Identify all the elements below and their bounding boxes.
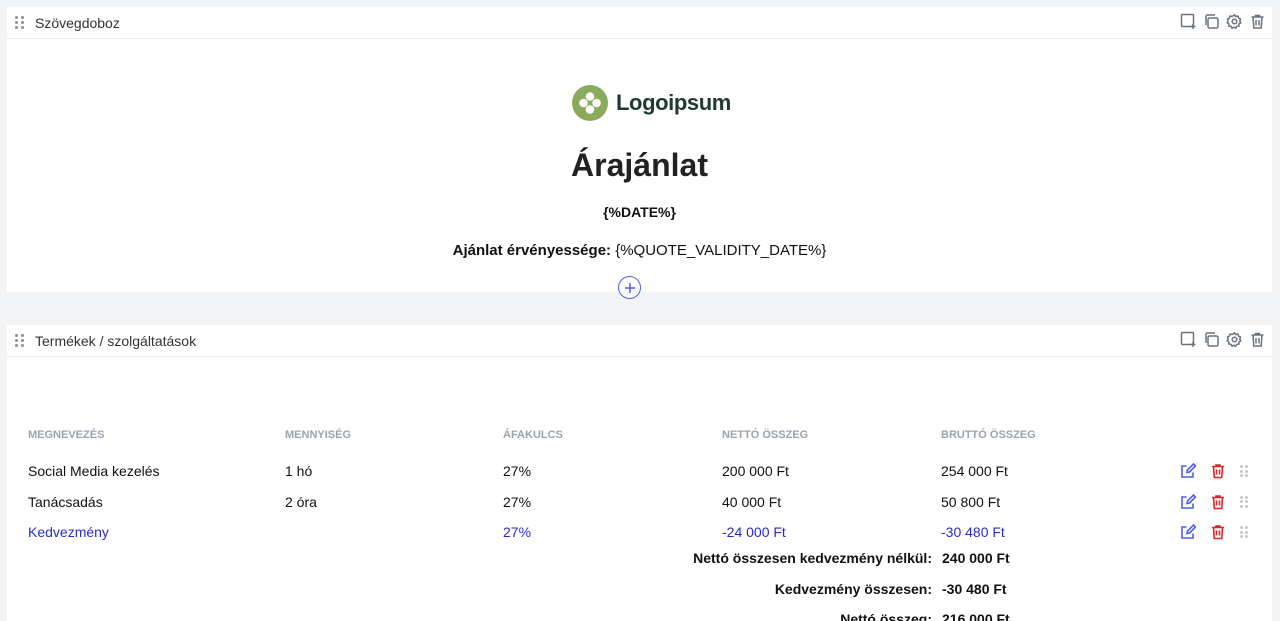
logo: Logoipsum (572, 85, 731, 121)
duplicate-icon[interactable] (1203, 13, 1220, 30)
cell-name: Social Media kezelés (28, 463, 160, 480)
delete-icon[interactable] (1210, 463, 1226, 479)
products-block: Termékek / szolgáltatások MEGNEVEZÉS MEN… (7, 325, 1272, 621)
drag-handle-icon[interactable] (15, 333, 25, 348)
add-block-icon[interactable] (1180, 13, 1197, 30)
table-row: Social Media kezelés 1 hó 27% 200 000 Ft… (28, 456, 1248, 487)
table-header: MEGNEVEZÉS MENNYISÉG ÁFAKULCS NETTÓ ÖSSZ… (28, 429, 1248, 443)
plus-icon (624, 282, 635, 293)
total-row: Nettó összeg: 216 000 Ft (7, 604, 1272, 621)
row-actions (1180, 493, 1248, 510)
duplicate-icon[interactable] (1203, 331, 1220, 348)
cell-net: 40 000 Ft (722, 493, 782, 510)
edit-icon[interactable] (1180, 493, 1196, 510)
cell-vat: 27% (503, 493, 532, 510)
row-actions (1180, 463, 1248, 479)
block-title: Termékek / szolgáltatások (35, 332, 197, 349)
cell-gross: -30 480 Ft (941, 524, 1005, 541)
cell-net: 200 000 Ft (722, 463, 789, 480)
cell-name: Tanácsadás (28, 493, 103, 510)
block-actions (1180, 13, 1266, 30)
total-value: -30 480 Ft (942, 580, 1007, 597)
cell-net: -24 000 Ft (722, 524, 786, 541)
text-block: Szövegdoboz Logoipsum Árajánlat {%DATE%}… (7, 7, 1272, 292)
table-row: Tanácsadás 2 óra 27% 40 000 Ft 50 800 Ft (28, 487, 1248, 518)
add-block-icon[interactable] (1180, 331, 1197, 348)
delete-icon[interactable] (1210, 524, 1226, 540)
row-drag-icon[interactable] (1240, 526, 1248, 539)
cell-qty: 1 hó (285, 463, 313, 480)
products-table: MEGNEVEZÉS MENNYISÉG ÁFAKULCS NETTÓ ÖSSZ… (28, 429, 1248, 548)
cell-gross: 254 000 Ft (941, 463, 1008, 480)
total-row: Kedvezmény összesen: -30 480 Ft (7, 574, 1272, 605)
total-row: Nettó összesen kedvezmény nélkül: 240 00… (7, 543, 1272, 574)
validity-line: Ajánlat érvényessége: {%QUOTE_VALIDITY_D… (7, 242, 1272, 259)
total-label: Nettó összeg: (840, 611, 932, 621)
delete-icon[interactable] (1210, 494, 1226, 510)
settings-icon[interactable] (1226, 331, 1243, 348)
row-actions (1180, 524, 1248, 540)
cell-gross: 50 800 Ft (941, 493, 1001, 510)
logo-text: Logoipsum (616, 90, 731, 115)
total-label: Kedvezmény összesen: (774, 580, 932, 597)
row-drag-icon[interactable] (1240, 495, 1248, 508)
total-value: 216 000 Ft (942, 611, 1010, 621)
validity-value: {%QUOTE_VALIDITY_DATE%} (611, 242, 827, 259)
total-label: Nettó összesen kedvezmény nélkül: (693, 550, 932, 567)
trash-icon[interactable] (1249, 13, 1266, 30)
row-drag-icon[interactable] (1240, 465, 1248, 478)
totals: Nettó összesen kedvezmény nélkül: 240 00… (7, 543, 1272, 621)
block-header: Szövegdoboz (7, 7, 1272, 39)
column-header: MEGNEVEZÉS (28, 429, 105, 441)
validity-label: Ajánlat érvényessége: (452, 242, 612, 259)
cell-name[interactable]: Kedvezmény (28, 524, 285, 540)
document-title: Árajánlat (571, 147, 708, 183)
add-block-button[interactable] (618, 276, 641, 299)
cell-qty: 2 óra (285, 493, 317, 510)
drag-handle-icon[interactable] (15, 15, 25, 30)
total-value: 240 000 Ft (942, 550, 1010, 567)
column-header: MENNYISÉG (285, 429, 352, 441)
column-header: BRUTTÓ ÖSSZEG (941, 429, 1036, 441)
column-header: ÁFAKULCS (503, 429, 563, 441)
trash-icon[interactable] (1249, 331, 1266, 348)
block-actions (1180, 331, 1266, 348)
cell-vat: 27% (503, 524, 532, 541)
edit-icon[interactable] (1180, 463, 1196, 479)
block-title: Szövegdoboz (35, 14, 120, 31)
settings-icon[interactable] (1226, 13, 1243, 30)
date-placeholder: {%DATE%} (603, 204, 676, 220)
block-header: Termékek / szolgáltatások (7, 325, 1272, 357)
edit-icon[interactable] (1180, 524, 1196, 540)
logo-icon (572, 85, 608, 121)
column-header: NETTÓ ÖSSZEG (722, 429, 809, 441)
cell-vat: 27% (503, 463, 532, 480)
